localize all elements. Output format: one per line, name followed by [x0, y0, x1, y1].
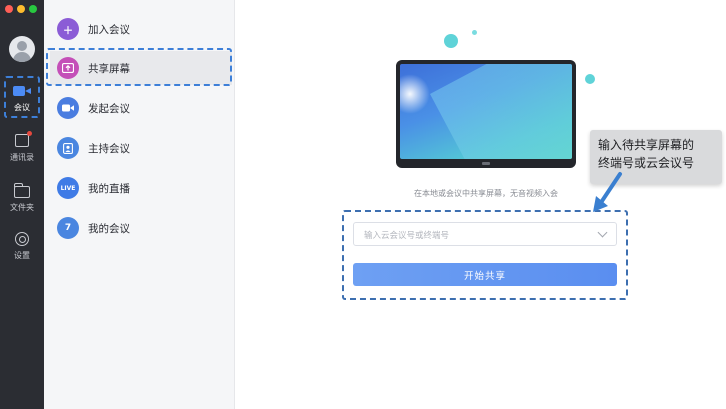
video-camera-icon [13, 84, 31, 98]
plus-icon: ＋ [57, 18, 79, 40]
decorative-bubble [472, 30, 477, 35]
sidebar-item-label: 会议 [14, 102, 30, 112]
menu-item-label: 我的直播 [88, 182, 130, 195]
chevron-down-icon[interactable] [597, 227, 608, 238]
menu-item-join-meeting[interactable]: ＋ 加入会议 [50, 12, 232, 46]
menu-item-start-meeting[interactable]: 发起会议 [50, 91, 232, 125]
folder-icon [13, 182, 31, 198]
close-window-button[interactable] [5, 5, 13, 13]
window-controls [5, 5, 37, 13]
annotation-arrow-icon [593, 172, 622, 212]
select-placeholder: 输入云会议号或终端号 [364, 231, 450, 241]
contacts-icon [13, 130, 32, 148]
main-panel: 在本地或会议中共享屏幕，无音视频入会 输入云会议号或终端号 开始共享 [236, 0, 726, 409]
gear-icon [13, 231, 31, 246]
sidebar-item-label: 通讯录 [10, 152, 34, 162]
callout-line-1: 输入待共享屏幕的 [598, 138, 695, 152]
sidebar-item-settings[interactable]: 设置 [0, 224, 44, 268]
live-icon: LIVE [57, 177, 79, 199]
meeting-id-select[interactable]: 输入云会议号或终端号 [353, 222, 617, 246]
notification-dot [27, 130, 32, 136]
menu-item-label: 发起会议 [88, 102, 130, 115]
start-share-button[interactable]: 开始共享 [353, 263, 617, 286]
left-rail: 会议 通讯录 文件夹 设置 [0, 0, 44, 409]
sidebar-item-label: 设置 [14, 250, 30, 260]
menu-item-label: 加入会议 [88, 23, 130, 36]
sidebar-item-label: 文件夹 [10, 202, 34, 212]
menu-item-host-meeting[interactable]: 主持会议 [50, 131, 232, 165]
decorative-bubble [585, 74, 595, 84]
share-hint-text: 在本地或会议中共享屏幕，无音视频入会 [414, 189, 558, 198]
monitor-illustration [396, 60, 576, 168]
host-icon [57, 137, 79, 159]
decorative-bubble [444, 34, 458, 48]
video-icon [57, 97, 79, 119]
zoom-window-button[interactable] [29, 5, 37, 13]
menu-item-label: 我的会议 [88, 222, 130, 235]
sidebar-item-contacts[interactable]: 通讯录 [0, 126, 44, 170]
menu-item-label: 主持会议 [88, 142, 130, 155]
share-screen-highlight-frame [46, 48, 232, 86]
menu-item-my-meetings[interactable]: 7 我的会议 [50, 211, 232, 245]
avatar[interactable] [9, 36, 35, 62]
sidebar-item-folder[interactable]: 文件夹 [0, 176, 44, 220]
menu-item-my-live[interactable]: LIVE 我的直播 [50, 171, 232, 205]
minimize-window-button[interactable] [17, 5, 25, 13]
sidebar-item-meeting[interactable]: 会议 [0, 76, 44, 120]
calendar-icon: 7 [57, 217, 79, 239]
